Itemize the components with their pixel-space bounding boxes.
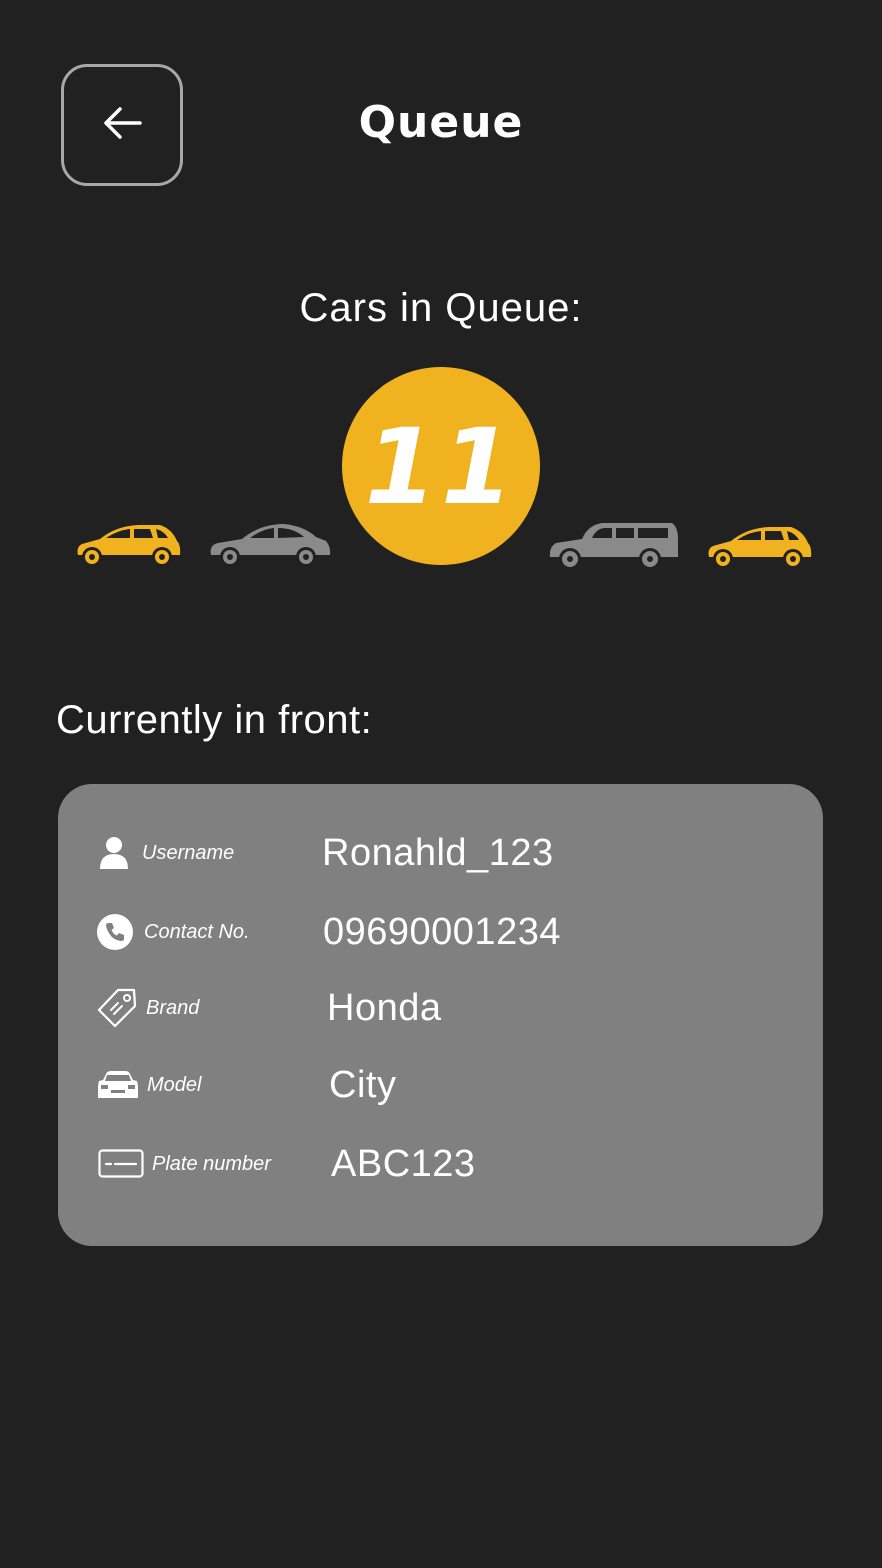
username-label: Username bbox=[142, 842, 235, 864]
sedan-car-icon bbox=[208, 519, 332, 573]
queue-count: 11 bbox=[364, 406, 518, 528]
currently-in-front-title: Currently in front: bbox=[56, 698, 373, 742]
model-label: Model bbox=[147, 1074, 202, 1096]
cars-in-queue-label: Cars in Queue: bbox=[299, 286, 583, 330]
brand-row: Brand Honda bbox=[58, 978, 823, 1038]
plate-row: Plate number ABC123 bbox=[58, 1134, 823, 1194]
contact-row: Contact No. 09690001234 bbox=[58, 902, 823, 962]
car-front-icon bbox=[97, 1055, 139, 1115]
plate-icon bbox=[98, 1134, 144, 1194]
page-title: Queue bbox=[358, 97, 524, 148]
hatchback-car-icon bbox=[705, 521, 813, 575]
hatchback-car-icon bbox=[74, 519, 182, 573]
front-car-card: Username Ronahld_123 Contact No. 0969000… bbox=[58, 784, 823, 1246]
plate-value: ABC123 bbox=[331, 1143, 476, 1185]
model-row: Model City bbox=[58, 1055, 823, 1115]
tag-icon bbox=[96, 978, 138, 1038]
contact-label: Contact No. bbox=[144, 921, 250, 943]
plate-label: Plate number bbox=[152, 1153, 271, 1175]
user-icon bbox=[98, 823, 130, 883]
username-row: Username Ronahld_123 bbox=[58, 823, 823, 883]
queue-count-badge: 11 bbox=[342, 367, 540, 565]
contact-value: 09690001234 bbox=[323, 911, 561, 953]
phone-icon bbox=[96, 902, 134, 962]
brand-value: Honda bbox=[327, 987, 442, 1029]
brand-label: Brand bbox=[146, 997, 200, 1019]
model-value: City bbox=[329, 1064, 397, 1106]
username-value: Ronahld_123 bbox=[322, 832, 554, 874]
suv-car-icon bbox=[548, 519, 680, 575]
